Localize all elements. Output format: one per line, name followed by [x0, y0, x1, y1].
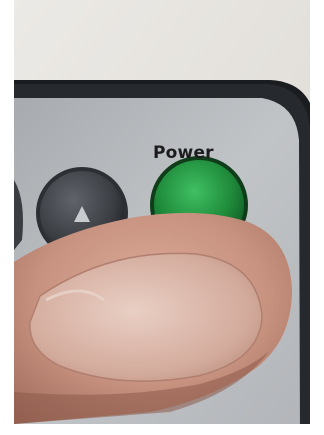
power-label: Power — [153, 143, 214, 163]
right-border — [310, 0, 324, 435]
photo: Power — [0, 0, 324, 435]
left-border — [0, 0, 14, 435]
bottom-border — [0, 424, 324, 435]
remote-photo-scene — [0, 0, 324, 435]
